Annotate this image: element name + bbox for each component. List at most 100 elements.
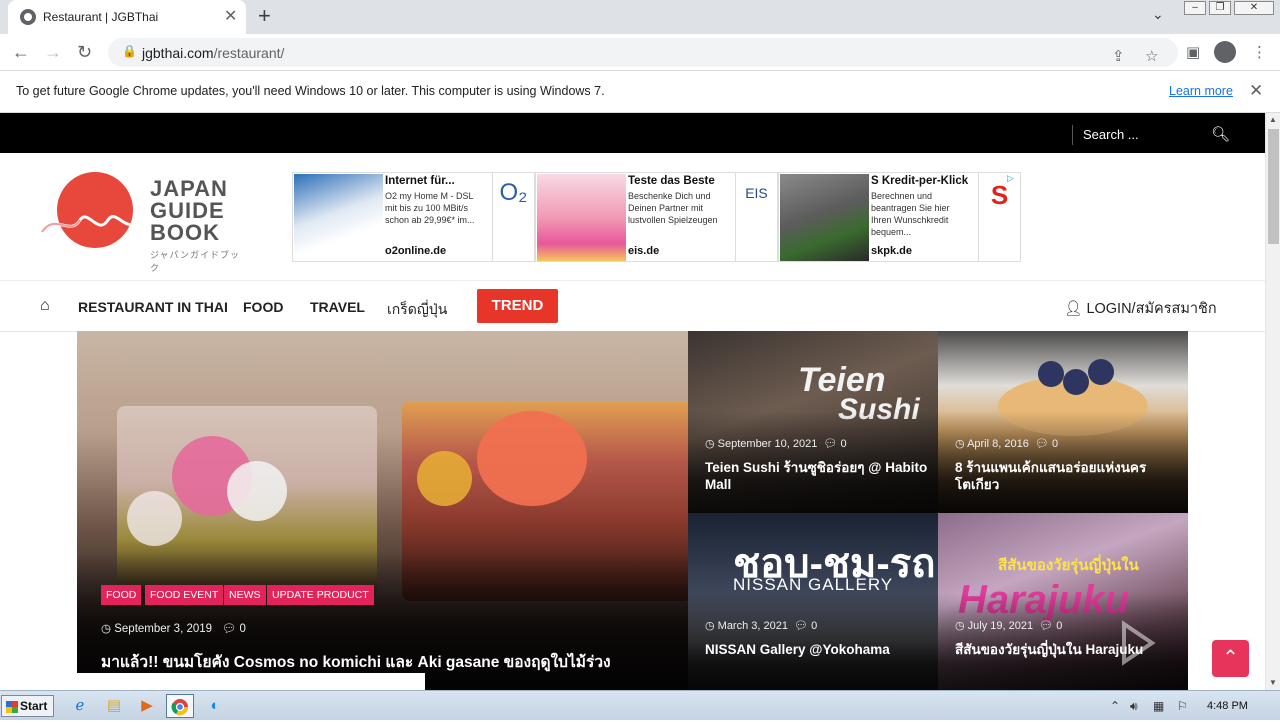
nav-restaurant-in-thai[interactable]: RESTAURANT IN THAI bbox=[78, 299, 228, 315]
tag-food[interactable]: FOOD bbox=[101, 585, 142, 605]
minimize-button[interactable]: – bbox=[1184, 1, 1206, 15]
back-arrow-icon[interactable]: ← bbox=[12, 42, 30, 63]
globe-icon bbox=[20, 9, 36, 25]
article-tile[interactable]: Teien Sushi ◷ September 10, 2021 💬︎ 0 Te… bbox=[688, 331, 938, 513]
url-text[interactable]: jgbthai.com/restaurant/ bbox=[142, 45, 284, 61]
tile-comment-count: 0 bbox=[1051, 438, 1059, 450]
start-button[interactable]: Start bbox=[1, 695, 54, 717]
tray-expand-icon[interactable]: ⌃ bbox=[1110, 699, 1120, 713]
tile-comment-count: 0 bbox=[1056, 620, 1063, 632]
ad-headline[interactable]: Internet für... bbox=[385, 175, 455, 187]
infobar-message: To get future Google Chrome updates, you… bbox=[16, 84, 605, 98]
nav-japan-tips[interactable]: เกร็ดญี่ปุ่น bbox=[387, 299, 447, 321]
clock-icon: ◷ bbox=[705, 620, 718, 632]
login-link[interactable]: 👤︎ LOGIN/สมัครสมาชิก bbox=[1064, 297, 1217, 320]
article-tile[interactable]: ◷ April 8, 2016 💬︎ 0 8 ร้านแพนเค้กแสนอร่… bbox=[938, 331, 1188, 513]
address-bar[interactable]: 🔒 jgbthai.com/restaurant/ ⇪ ☆ bbox=[108, 38, 1178, 67]
ad-domain[interactable]: skpk.de bbox=[871, 245, 912, 257]
tag-food-event[interactable]: FOOD EVENT bbox=[145, 585, 224, 605]
hero-article[interactable]: FOOD FOOD EVENT NEWS UPDATE PRODUCT ◷ Se… bbox=[77, 331, 688, 690]
tag-news[interactable]: NEWS bbox=[224, 585, 266, 605]
comment-icon: 💬︎ bbox=[817, 438, 841, 450]
main-nav: ⌂ RESTAURANT IN THAI FOOD TRAVEL เกร็ดญี… bbox=[0, 280, 1265, 332]
bookmark-star-icon[interactable]: ☆ bbox=[1145, 47, 1158, 65]
volume-icon[interactable]: 🔊︎ bbox=[1130, 699, 1138, 714]
web-page: Search ... 🔍︎ JAPAN GUIDE BOOK ジャパンガイドブッ… bbox=[0, 113, 1265, 690]
tile-art-berry bbox=[1038, 361, 1064, 387]
site-logo[interactable]: JAPAN GUIDE BOOK ジャパンガイドブック bbox=[40, 168, 245, 273]
side-panel-icon[interactable]: ▣ bbox=[1186, 43, 1200, 61]
search-icon[interactable]: 🔍︎ bbox=[1211, 125, 1230, 143]
ad-image[interactable] bbox=[537, 174, 626, 261]
browser-tab[interactable]: Restaurant | JGBThai ✕ bbox=[8, 0, 246, 34]
user-icon: 👤︎ bbox=[1064, 301, 1087, 317]
ad-domain[interactable]: o2online.de bbox=[385, 245, 446, 257]
tile-title[interactable]: NISSAN Gallery @Yokohama bbox=[705, 641, 930, 658]
clock-icon: ◷ bbox=[955, 438, 968, 450]
ad-headline[interactable]: Teste das Beste bbox=[628, 175, 715, 187]
chrome-taskbar-icon[interactable] bbox=[166, 694, 194, 718]
flower-shape bbox=[127, 491, 182, 546]
tag-update-product[interactable]: UPDATE PRODUCT bbox=[267, 585, 374, 605]
tile-title[interactable]: 8 ร้านแพนเค้กแสนอร่อยแห่งนครโตเกียว bbox=[955, 459, 1180, 493]
ad-body: Berechnen und beantragen Sie hier Ihren … bbox=[871, 191, 950, 237]
tile-date: April 8, 2016 bbox=[967, 438, 1029, 450]
ad-brand-logo[interactable]: O₂ bbox=[492, 173, 534, 261]
internet-explorer-icon[interactable]: ℯ bbox=[66, 694, 94, 718]
site-search[interactable]: Search ... 🔍︎ bbox=[1072, 125, 1230, 145]
ad-brand-logo[interactable]: EIS bbox=[735, 173, 777, 261]
adchoices-icon[interactable]: ▷ bbox=[1007, 173, 1020, 185]
edge-icon[interactable]: ◐ bbox=[201, 694, 229, 718]
forward-arrow-icon[interactable]: → bbox=[44, 42, 62, 63]
flower-shape bbox=[477, 411, 587, 506]
scroll-thumb[interactable] bbox=[1268, 129, 1279, 244]
menu-kebab-icon[interactable]: ⋮ bbox=[1252, 43, 1267, 61]
trend-button[interactable]: TREND bbox=[477, 289, 558, 323]
hero-title[interactable]: มาแล้ว!! ขนมโยคัง Cosmos no komichi และ … bbox=[101, 649, 611, 674]
restore-button[interactable]: ❐ bbox=[1209, 1, 1231, 15]
ad-skpk[interactable]: S Kredit-per-Klick Berechnen und beantra… bbox=[778, 172, 1021, 262]
ad-o2[interactable]: Internet für... O2 my Home M - DSL mit b… bbox=[292, 172, 535, 262]
ad-image[interactable] bbox=[780, 174, 869, 261]
clock-icon: ◷ bbox=[101, 623, 115, 635]
action-center-flag-icon[interactable]: ⚐ bbox=[1177, 699, 1188, 713]
windows-taskbar: Start ℯ ▤ ▶ ◐ ⌃ 🔊︎ ▦ ⚐ 4:48 PM bbox=[0, 690, 1280, 720]
article-tile[interactable]: ชอบ-ชม-รถ NISSAN GALLERY ◷ March 3, 2021… bbox=[688, 513, 938, 690]
infobar-close-icon[interactable]: ✕ bbox=[1249, 81, 1263, 101]
window-close-button[interactable]: ✕ bbox=[1234, 1, 1274, 15]
profile-avatar-icon[interactable] bbox=[1214, 41, 1236, 63]
network-icon[interactable]: ▦ bbox=[1153, 699, 1164, 713]
tile-title[interactable]: Teien Sushi ร้านซูชิอร่อยๆ @ Habito Mall bbox=[705, 459, 930, 493]
back-to-top-chevron-icon[interactable]: ⌃ bbox=[1212, 640, 1249, 677]
ad-image[interactable] bbox=[294, 174, 383, 261]
file-explorer-icon[interactable]: ▤ bbox=[100, 694, 128, 718]
comment-icon: 💬︎ bbox=[1033, 620, 1057, 632]
new-tab-button[interactable]: + bbox=[258, 3, 271, 29]
clock-icon: ◷ bbox=[955, 620, 968, 632]
scroll-up-arrow-icon[interactable]: ▲ bbox=[1269, 115, 1277, 124]
close-tab-icon[interactable]: ✕ bbox=[224, 6, 237, 26]
learn-more-link[interactable]: Learn more bbox=[1169, 84, 1233, 98]
search-input[interactable]: Search ... bbox=[1083, 127, 1139, 142]
tab-search-chevron-icon[interactable]: ⌄ bbox=[1152, 6, 1164, 23]
comment-icon: 💬︎ bbox=[787, 620, 812, 632]
reload-icon[interactable]: ↻ bbox=[77, 42, 92, 63]
ad-eis[interactable]: Teste das Beste Beschenke Dich und Deine… bbox=[535, 172, 778, 262]
lock-icon[interactable]: 🔒 bbox=[122, 44, 137, 58]
media-player-icon[interactable]: ▶ bbox=[133, 694, 161, 718]
tile-date: March 3, 2021 bbox=[717, 620, 788, 632]
chrome-logo-icon bbox=[171, 699, 189, 716]
taskbar-clock[interactable]: 4:48 PM bbox=[1207, 700, 1248, 712]
page-scrollbar[interactable]: ▲ ▼ bbox=[1265, 113, 1280, 690]
logo-swirl-icon bbox=[40, 215, 139, 233]
ad-domain[interactable]: eis.de bbox=[628, 245, 659, 257]
share-icon[interactable]: ⇪ bbox=[1112, 47, 1125, 65]
nav-travel[interactable]: TRAVEL bbox=[310, 299, 365, 315]
scroll-down-arrow-icon[interactable]: ▼ bbox=[1269, 678, 1277, 687]
ad-headline[interactable]: S Kredit-per-Klick bbox=[871, 175, 968, 187]
ad-brand-logo[interactable]: S bbox=[978, 173, 1020, 261]
tab-title: Restaurant | JGBThai bbox=[43, 10, 159, 24]
tile-art-berry bbox=[1088, 359, 1114, 385]
home-icon[interactable]: ⌂ bbox=[40, 297, 50, 315]
nav-food[interactable]: FOOD bbox=[243, 299, 283, 315]
